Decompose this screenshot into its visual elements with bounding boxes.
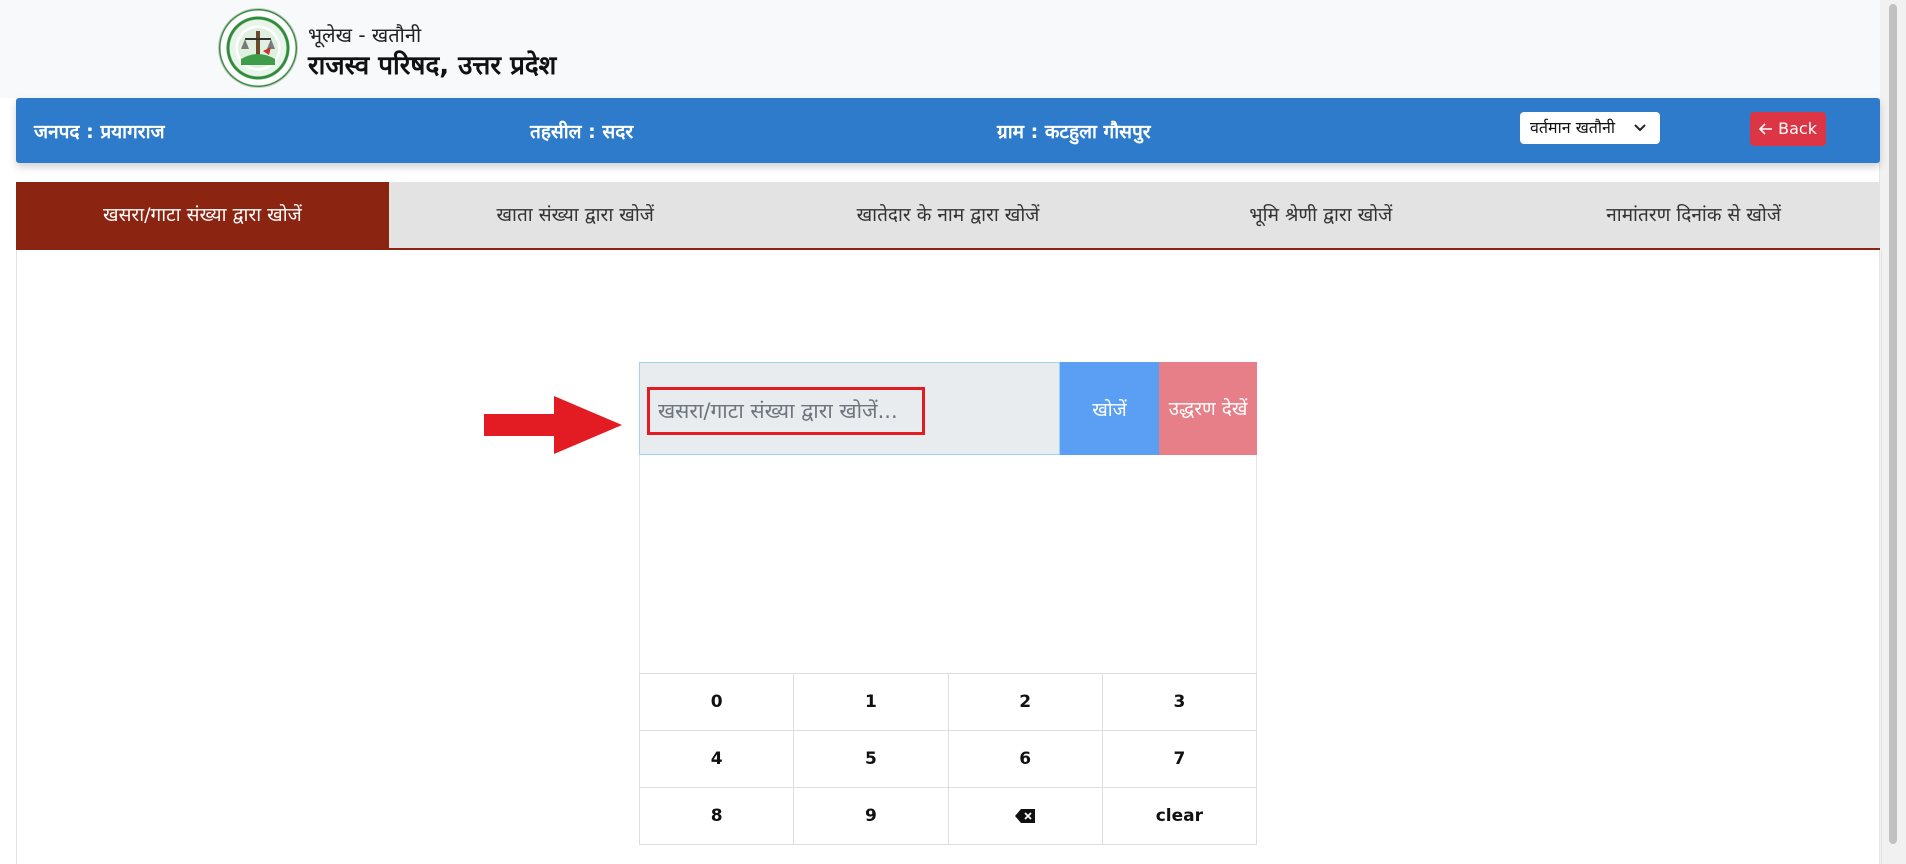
keypad-key-0[interactable]: 0 <box>638 673 795 731</box>
keypad-backspace-button[interactable] <box>947 787 1103 845</box>
page-scrollbar[interactable] <box>1879 0 1906 864</box>
search-bar: खोजें उद्धरण देखें <box>639 362 1257 455</box>
chevron-down-icon <box>1634 112 1646 156</box>
keypad-key-6[interactable]: 6 <box>947 730 1103 788</box>
search-results-area <box>639 455 1257 673</box>
tab-khata-search[interactable]: खाता संख्या द्वारा खोजें <box>389 182 762 248</box>
search-field-container <box>639 362 1060 455</box>
numeric-keypad: 0 1 2 3 4 5 6 7 8 9 clear <box>638 673 1258 845</box>
keypad-key-7[interactable]: 7 <box>1101 730 1258 788</box>
revenue-board-logo <box>219 9 297 87</box>
header-title: राजस्व परिषद, उत्तर प्रदेश <box>308 51 557 81</box>
keypad-clear-button[interactable]: clear <box>1101 787 1258 845</box>
search-mode-tabs: खसरा/गाटा संख्या द्वारा खोजें खाता संख्य… <box>16 182 1880 250</box>
search-button[interactable]: खोजें <box>1060 362 1159 455</box>
district-label: जनपद : प्रयागराज <box>34 121 165 143</box>
keypad-key-3[interactable]: 3 <box>1101 673 1258 731</box>
khasra-search-input[interactable] <box>647 387 925 435</box>
page-header: भूलेख - खतौनी राजस्व परिषद, उत्तर प्रदेश <box>0 0 1880 98</box>
keypad-key-9[interactable]: 9 <box>793 787 949 845</box>
arrow-left-icon <box>1758 119 1778 138</box>
khatauni-select[interactable]: वर्तमान खतौनी <box>1520 112 1660 144</box>
location-info-bar: जनपद : प्रयागराज तहसील : सदर ग्राम : कटह… <box>16 98 1880 163</box>
scrollbar-thumb[interactable] <box>1889 4 1897 844</box>
header-subtitle: भूलेख - खतौनी <box>308 23 422 47</box>
view-extract-button[interactable]: उद्धरण देखें <box>1159 362 1257 455</box>
keypad-key-1[interactable]: 1 <box>793 673 949 731</box>
tehsil-label: तहसील : सदर <box>530 121 634 143</box>
red-arrow-annotation-icon <box>484 396 622 454</box>
village-label: ग्राम : कटहुला गौसपुर <box>997 121 1151 143</box>
keypad-key-8[interactable]: 8 <box>638 787 795 845</box>
tab-mutation-date-search[interactable]: नामांतरण दिनांक से खोजें <box>1507 182 1880 248</box>
tab-land-category-search[interactable]: भूमि श्रेणी द्वारा खोजें <box>1134 182 1507 248</box>
keypad-key-2[interactable]: 2 <box>947 673 1103 731</box>
tab-khasra-search[interactable]: खसरा/गाटा संख्या द्वारा खोजें <box>16 182 389 248</box>
tab-owner-name-search[interactable]: खातेदार के नाम द्वारा खोजें <box>762 182 1135 248</box>
back-label: Back <box>1778 119 1817 138</box>
back-button[interactable]: Back <box>1750 112 1826 146</box>
keypad-key-4[interactable]: 4 <box>638 730 795 788</box>
keypad-key-5[interactable]: 5 <box>793 730 949 788</box>
khatauni-select-value: वर्तमान खतौनी <box>1530 118 1616 137</box>
backspace-icon <box>1015 809 1036 823</box>
